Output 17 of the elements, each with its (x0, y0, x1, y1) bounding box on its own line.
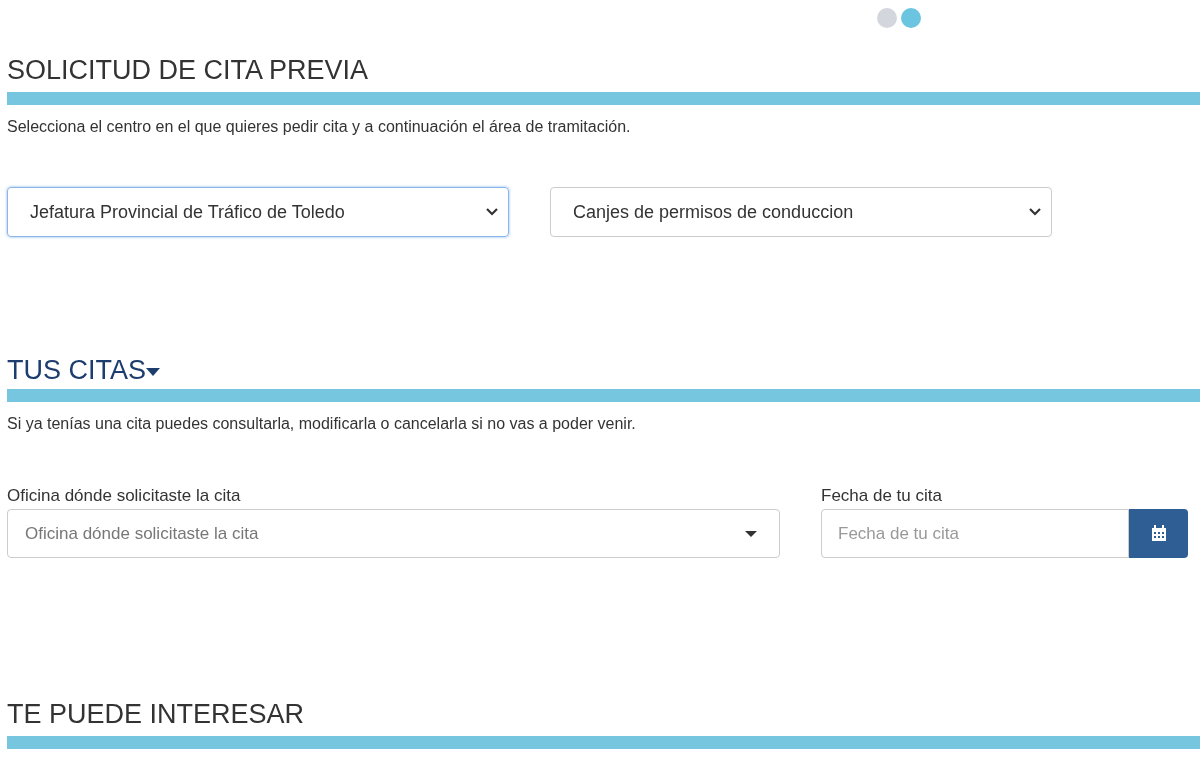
calendar-button[interactable] (1129, 509, 1188, 558)
chevron-down-icon (1029, 208, 1041, 216)
section-title: TE PUEDE INTERESAR (7, 698, 305, 730)
chevron-down-icon (486, 208, 498, 216)
section-title[interactable]: TUS CITAS (7, 354, 146, 386)
dropdown-select[interactable]: Canjes de permisos de conduccion (550, 187, 1052, 237)
caret-down-icon (745, 530, 757, 537)
dropdown-select[interactable]: Jefatura Provincial de Tráfico de Toledo (7, 187, 509, 237)
office-dropdown[interactable]: Oficina dónde solicitaste la cita (7, 509, 780, 558)
section-title: SOLICITUD DE CITA PREVIA (7, 54, 369, 86)
field-label: Fecha de tu cita (821, 486, 942, 506)
section-description: Si ya tenías una cita puedes consultarla, modificarla o cancelarla si no vas a poder venir. (7, 414, 636, 434)
section-description: Selecciona el centro en el que quieres pedir cita y a continuación el área de tramitación. (7, 117, 631, 137)
field-label: Oficina dónde solicitaste la cita (7, 486, 241, 506)
calendar-icon (1150, 525, 1167, 542)
date-field[interactable]: Fecha de tu cita (821, 509, 1129, 558)
caret-down-icon[interactable] (146, 368, 160, 376)
